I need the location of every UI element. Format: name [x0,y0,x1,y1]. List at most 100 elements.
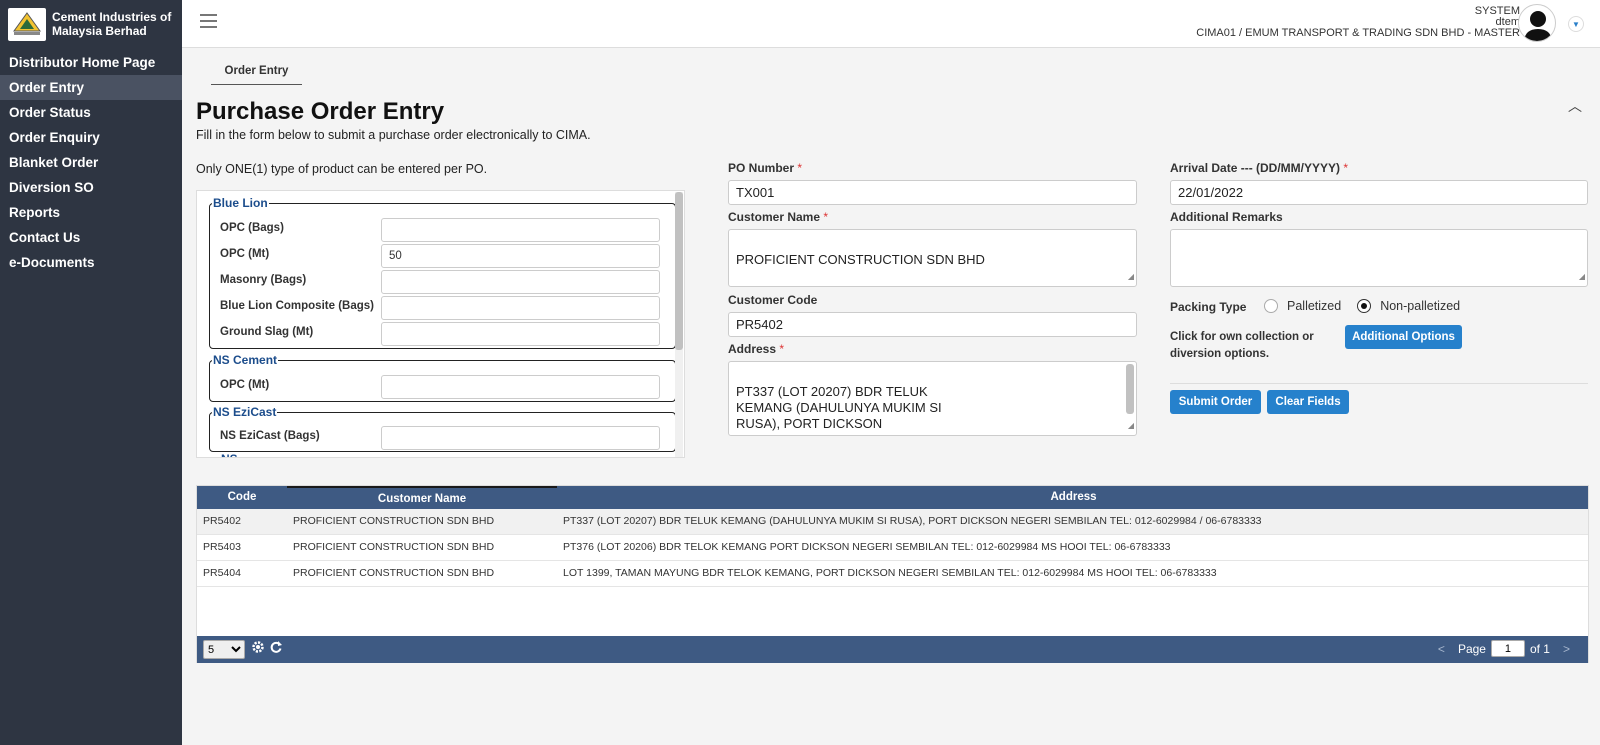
product-label: Blue Lion Composite (Bags) [220,300,374,312]
address-textarea[interactable]: PT337 (LOT 20207) BDR TELUK KEMANG (DAHU… [728,361,1137,436]
additional-options-button[interactable]: Additional Options [1345,325,1462,349]
palletized-label[interactable]: Palletized [1287,299,1341,313]
brand-line-2: Malaysia Berhad [52,24,147,38]
gear-icon[interactable] [251,640,266,657]
product-label: OPC (Mt) [220,248,270,260]
product-label: Masonry (Bags) [220,274,307,286]
customer-grid: Code Customer Name Address PR5402 PROFIC… [196,485,1589,663]
sidebar-item-contact-us[interactable]: Contact Us [0,225,182,250]
sidebar-item-blanket-order[interactable]: Blanket Order [0,150,182,175]
scrollbar-thumb[interactable] [675,192,683,350]
divider [1170,383,1588,384]
top-bar: SYSTEM dtem CIMA01 / EMUM TRANSPORT & TR… [182,0,1600,48]
sidebar-item-distributor-home[interactable]: Distributor Home Page [0,50,182,75]
avatar[interactable] [1518,4,1556,42]
column-header-code[interactable]: Code [197,486,287,509]
blue-lion-group: Blue Lion OPC (Bags) OPC (Mt) Masonry (B… [209,196,676,349]
blue-lion-composite-bags-input[interactable] [381,296,660,320]
clear-fields-button[interactable]: Clear Fields [1267,390,1349,414]
table-row[interactable]: PR5404 PROFICIENT CONSTRUCTION SDN BHD L… [197,561,1588,587]
blue-lion-legend: Blue Lion [213,196,268,210]
cima-logo[interactable] [8,7,46,41]
sidebar-item-order-status[interactable]: Order Status [0,100,182,125]
customer-name-value: PROFICIENT CONSTRUCTION SDN BHD [736,252,985,267]
hamburger-menu-icon[interactable] [200,14,217,29]
table-row[interactable]: PR5403 PROFICIENT CONSTRUCTION SDN BHD P… [197,535,1588,561]
page-label: Page [1457,641,1486,656]
chevron-down-icon[interactable]: ▼ [1568,16,1584,32]
page-size-select[interactable]: 5 [203,640,245,659]
table-row[interactable]: PR5402 PROFICIENT CONSTRUCTION SDN BHD P… [197,509,1588,535]
additional-remarks-label: Additional Remarks [1170,210,1283,224]
additional-remarks-textarea[interactable]: ◢ [1170,229,1588,287]
pager-controls: < Page of 1 > [1428,640,1580,657]
customer-code-input[interactable] [728,312,1137,337]
resize-handle-icon[interactable]: ◢ [1579,269,1585,285]
address-label: Address * [728,342,785,356]
cell-customer-name: PROFICIENT CONSTRUCTION SDN BHD [293,515,495,527]
page-subtitle: Fill in the form below to submit a purch… [196,128,591,142]
column-header-customer-name[interactable]: Customer Name [287,486,557,509]
product-note: Only ONE(1) type of product can be enter… [196,162,488,176]
product-row: Blue Lion Composite (Bags) [220,296,665,320]
blue-lion-masonry-bags-input[interactable] [381,270,660,294]
sidebar-item-reports[interactable]: Reports [0,200,182,225]
po-number-label: PO Number * [728,161,803,175]
blue-lion-opc-bags-input[interactable] [381,218,660,242]
product-row: OPC (Bags) [220,218,665,242]
non-palletized-radio[interactable] [1357,299,1372,313]
cell-address: LOT 1399, TAMAN MAYUNG BDR TELOK KEMANG,… [563,567,1217,579]
main-content: Order Entry Purchase Order Entry Fill in… [182,48,1600,745]
ns-cement-group: NS Cement OPC (Mt) [209,353,676,402]
packing-type-radio-group: Palletized Non-palletized [1264,299,1460,313]
user-company: CIMA01 / EMUM TRANSPORT & TRADING SDN BH… [1196,27,1520,39]
product-label: OPC (Bags) [220,222,284,234]
resize-handle-icon[interactable]: ◢ [1128,418,1134,434]
product-row: OPC (Mt) [220,375,665,399]
page-title: Purchase Order Entry [196,98,445,125]
cell-code: PR5402 [203,515,241,527]
packing-type-label: Packing Type [1170,300,1247,314]
customer-name-textarea[interactable]: PROFICIENT CONSTRUCTION SDN BHD ◢ [728,229,1137,287]
customer-code-label: Customer Code [728,293,818,307]
ns-cement-opc-mt-input[interactable] [381,375,660,399]
product-row: NS EziCast (Bags) [220,426,665,450]
sidebar-nav: Distributor Home Page Order Entry Order … [0,50,182,275]
brand-line-1: Cement Industries of [52,10,172,24]
refresh-icon[interactable] [269,640,284,657]
po-number-input[interactable] [728,180,1137,205]
sidebar-item-diversion-so[interactable]: Diversion SO [0,175,182,200]
non-palletized-label[interactable]: Non-palletized [1380,299,1460,313]
cell-address: PT376 (LOT 20206) BDR TELOK KEMANG PORT … [563,541,1171,553]
grid-header: Code Customer Name Address [197,486,1588,509]
chevron-left-icon[interactable]: < [1438,642,1445,656]
ns-cement-legend: NS Cement [213,353,278,367]
blue-lion-opc-mt-input[interactable] [381,244,660,268]
address-scrollbar[interactable] [1126,364,1134,414]
palletized-radio[interactable] [1264,299,1278,313]
page-number-input[interactable] [1490,640,1525,657]
chevron-right-icon[interactable]: > [1563,642,1570,656]
user-info: SYSTEM dtem CIMA01 / EMUM TRANSPORT & TR… [1196,6,1520,39]
product-row: Ground Slag (Mt) [220,322,665,346]
ns-ezicast-group: NS EziCast NS EziCast (Bags) [209,405,676,452]
sidebar-item-e-documents[interactable]: e-Documents [0,250,182,275]
chevron-up-icon[interactable]: ︿ [1568,96,1582,116]
sidebar-item-order-enquiry[interactable]: Order Enquiry [0,125,182,150]
page-of-label: of 1 [1529,641,1550,656]
product-label: OPC (Mt) [220,379,270,391]
submit-order-button[interactable]: Submit Order [1170,390,1261,414]
arrival-date-input[interactable] [1170,180,1588,205]
grid-pager: 5 < Page of 1 > [197,636,1588,663]
product-row: OPC (Mt) [220,244,665,268]
resize-handle-icon[interactable]: ◢ [1128,269,1134,285]
sidebar-item-order-entry[interactable]: Order Entry [0,75,182,100]
cell-address: PT337 (LOT 20207) BDR TELUK KEMANG (DAHU… [563,515,1262,527]
brand-name: Cement Industries of Malaysia Berhad [52,10,171,38]
ns-ezicast-bags-input[interactable] [381,426,660,450]
column-header-address[interactable]: Address [557,486,1590,509]
cell-code: PR5403 [203,541,241,553]
tab-order-entry[interactable]: Order Entry [211,65,302,85]
blue-lion-ground-slag-input[interactable] [381,322,660,346]
product-panel-scrollbar[interactable] [675,192,683,457]
